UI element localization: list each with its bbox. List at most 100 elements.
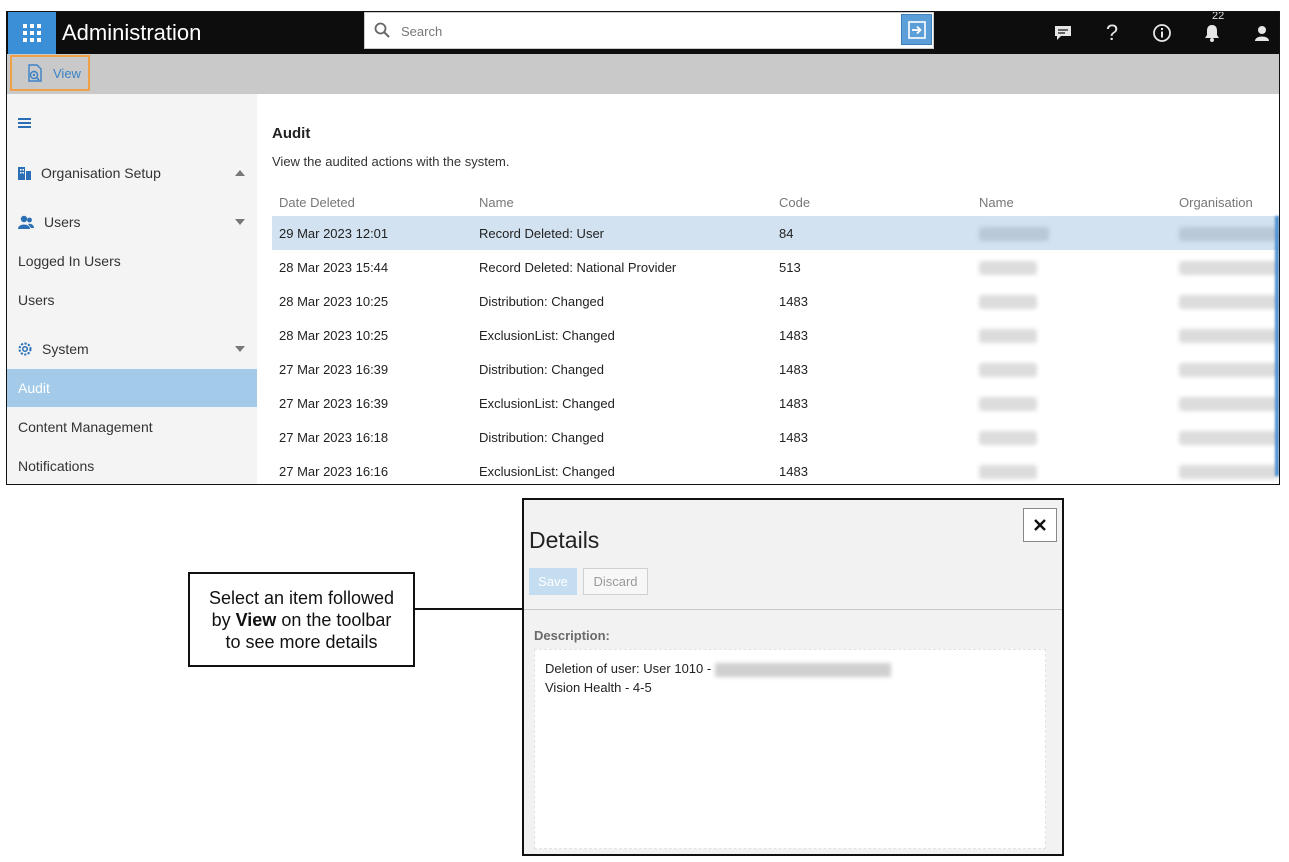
- toolbar: View: [7, 54, 1279, 94]
- sidebar-item-audit[interactable]: Audit: [7, 369, 257, 407]
- sidebar-item-label: Content Management: [18, 419, 153, 435]
- redacted-organisation: [1179, 397, 1279, 411]
- cell-name: ExclusionList: Changed: [479, 396, 615, 411]
- table-row[interactable]: 27 Mar 2023 16:16 ExclusionList: Changed…: [272, 454, 1279, 484]
- table-row[interactable]: 27 Mar 2023 16:39 ExclusionList: Changed…: [272, 386, 1279, 420]
- divider: [524, 609, 1062, 610]
- cell-date: 27 Mar 2023 16:39: [279, 362, 389, 377]
- column-header-organisation[interactable]: Organisation: [1179, 195, 1253, 210]
- discard-button[interactable]: Discard: [583, 568, 648, 595]
- table-row[interactable]: 29 Mar 2023 12:01 Record Deleted: User 8…: [272, 216, 1279, 250]
- description-field[interactable]: Deletion of user: User 1010 - Vision Hea…: [534, 649, 1046, 849]
- column-header-name[interactable]: Name: [479, 195, 514, 210]
- chat-icon[interactable]: [1049, 19, 1077, 47]
- sidebar-item-label: System: [42, 341, 89, 357]
- redacted-organisation: [1179, 227, 1279, 241]
- redacted-user-name: [979, 261, 1037, 275]
- sidebar-section-organisation-setup[interactable]: Organisation Setup: [7, 154, 257, 192]
- callout-line-1: Select an item followed: [208, 588, 395, 608]
- cell-name: ExclusionList: Changed: [479, 464, 615, 479]
- redacted-user-name: [979, 295, 1037, 309]
- view-icon: [28, 64, 42, 82]
- collapse-caret-icon[interactable]: [235, 170, 245, 176]
- table-row[interactable]: 28 Mar 2023 15:44 Record Deleted: Nation…: [272, 250, 1279, 284]
- help-icon[interactable]: ?: [1098, 19, 1126, 47]
- sidebar-item-logged-in-users[interactable]: Logged In Users: [7, 242, 257, 280]
- notification-count-badge: 22: [1212, 11, 1225, 22]
- hamburger-menu-icon[interactable]: [18, 116, 32, 134]
- cell-code: 1483: [779, 294, 808, 309]
- sidebar-item-label: Audit: [18, 380, 50, 396]
- cell-code: 84: [779, 226, 794, 241]
- description-label: Description:: [534, 628, 610, 643]
- table-row[interactable]: 28 Mar 2023 10:25 ExclusionList: Changed…: [272, 318, 1279, 352]
- sidebar-section-users[interactable]: Users: [7, 203, 257, 241]
- instruction-callout: Select an item followed by View on the t…: [188, 572, 415, 667]
- gear-icon: [18, 342, 32, 356]
- redacted-organisation: [1179, 329, 1279, 343]
- building-icon: [18, 166, 31, 180]
- cell-date: 29 Mar 2023 12:01: [279, 226, 389, 241]
- cell-name: Distribution: Changed: [479, 362, 605, 377]
- search-input[interactable]: [399, 19, 883, 43]
- sidebar-item-label: Organisation Setup: [41, 165, 161, 181]
- redacted-user-name: [979, 227, 1049, 241]
- sidebar-item-content-management[interactable]: Content Management: [7, 408, 257, 446]
- table-row[interactable]: 27 Mar 2023 16:18 Distribution: Changed …: [272, 420, 1279, 454]
- table-header: Date Deleted Name Code Name Organisation: [272, 189, 1279, 215]
- sidebar-item-users[interactable]: Users: [7, 281, 257, 319]
- cell-date: 28 Mar 2023 15:44: [279, 260, 389, 275]
- cell-name: Distribution: Changed: [479, 294, 605, 309]
- cell-name: ExclusionList: Changed: [479, 328, 615, 343]
- redacted-organisation: [1179, 363, 1279, 377]
- redacted-user-name: [979, 465, 1037, 479]
- redacted-organisation: [1179, 261, 1279, 275]
- expand-caret-icon[interactable]: [235, 219, 245, 225]
- save-button[interactable]: Save: [529, 568, 577, 595]
- view-button[interactable]: View: [10, 55, 90, 91]
- redacted-email: [715, 662, 892, 677]
- cell-name: Distribution: Changed: [479, 430, 605, 445]
- table-row[interactable]: 27 Mar 2023 16:39 Distribution: Changed …: [272, 352, 1279, 386]
- column-header-code[interactable]: Code: [779, 195, 810, 210]
- cell-date: 28 Mar 2023 10:25: [279, 328, 389, 343]
- description-line-1: Deletion of user: User 1010 -: [545, 659, 1035, 678]
- dialog-title: Details: [529, 527, 600, 553]
- search-go-button[interactable]: [901, 14, 932, 45]
- close-button[interactable]: [1023, 508, 1057, 542]
- column-header-user-name[interactable]: Name: [979, 195, 1014, 210]
- sidebar-item-notifications[interactable]: Notifications: [7, 447, 257, 484]
- page-subtitle: View the audited actions with the system…: [272, 154, 510, 169]
- redacted-user-name: [979, 329, 1037, 343]
- sidebar: Organisation Setup Users Logged In Users…: [7, 94, 257, 484]
- callout-line-3: to see more details: [225, 632, 378, 652]
- admin-window: Administration ? 22 View: [6, 11, 1280, 485]
- main-content: Audit View the audited actions with the …: [257, 94, 1279, 484]
- table-scrollbar[interactable]: [1275, 216, 1279, 476]
- sidebar-section-system[interactable]: System: [7, 330, 257, 368]
- view-button-label: View: [53, 65, 81, 81]
- app-launcher-icon[interactable]: [8, 12, 56, 54]
- cell-code: 1483: [779, 396, 808, 411]
- cell-name: Record Deleted: National Provider: [479, 260, 677, 275]
- table-row[interactable]: 28 Mar 2023 10:25 Distribution: Changed …: [272, 284, 1279, 318]
- cell-name: Record Deleted: User: [479, 226, 604, 241]
- details-dialog: Details Save Discard Description: Deleti…: [522, 498, 1064, 856]
- bell-icon[interactable]: [1198, 19, 1226, 47]
- redacted-user-name: [979, 363, 1037, 377]
- info-icon[interactable]: [1148, 19, 1176, 47]
- cell-date: 27 Mar 2023 16:39: [279, 396, 389, 411]
- cell-code: 513: [779, 260, 801, 275]
- user-profile-icon[interactable]: [1248, 19, 1276, 47]
- callout-arrow: [415, 608, 525, 610]
- redacted-user-name: [979, 397, 1037, 411]
- column-header-date-deleted[interactable]: Date Deleted: [279, 195, 355, 210]
- redacted-user-name: [979, 431, 1037, 445]
- top-bar: Administration ? 22: [7, 12, 1279, 54]
- description-line-2: Vision Health - 4-5: [545, 680, 652, 695]
- enter-arrow-icon: [907, 20, 926, 39]
- app-title: Administration: [62, 20, 202, 45]
- expand-caret-icon[interactable]: [235, 346, 245, 352]
- sidebar-item-label: Logged In Users: [18, 253, 121, 269]
- cell-date: 27 Mar 2023 16:18: [279, 430, 389, 445]
